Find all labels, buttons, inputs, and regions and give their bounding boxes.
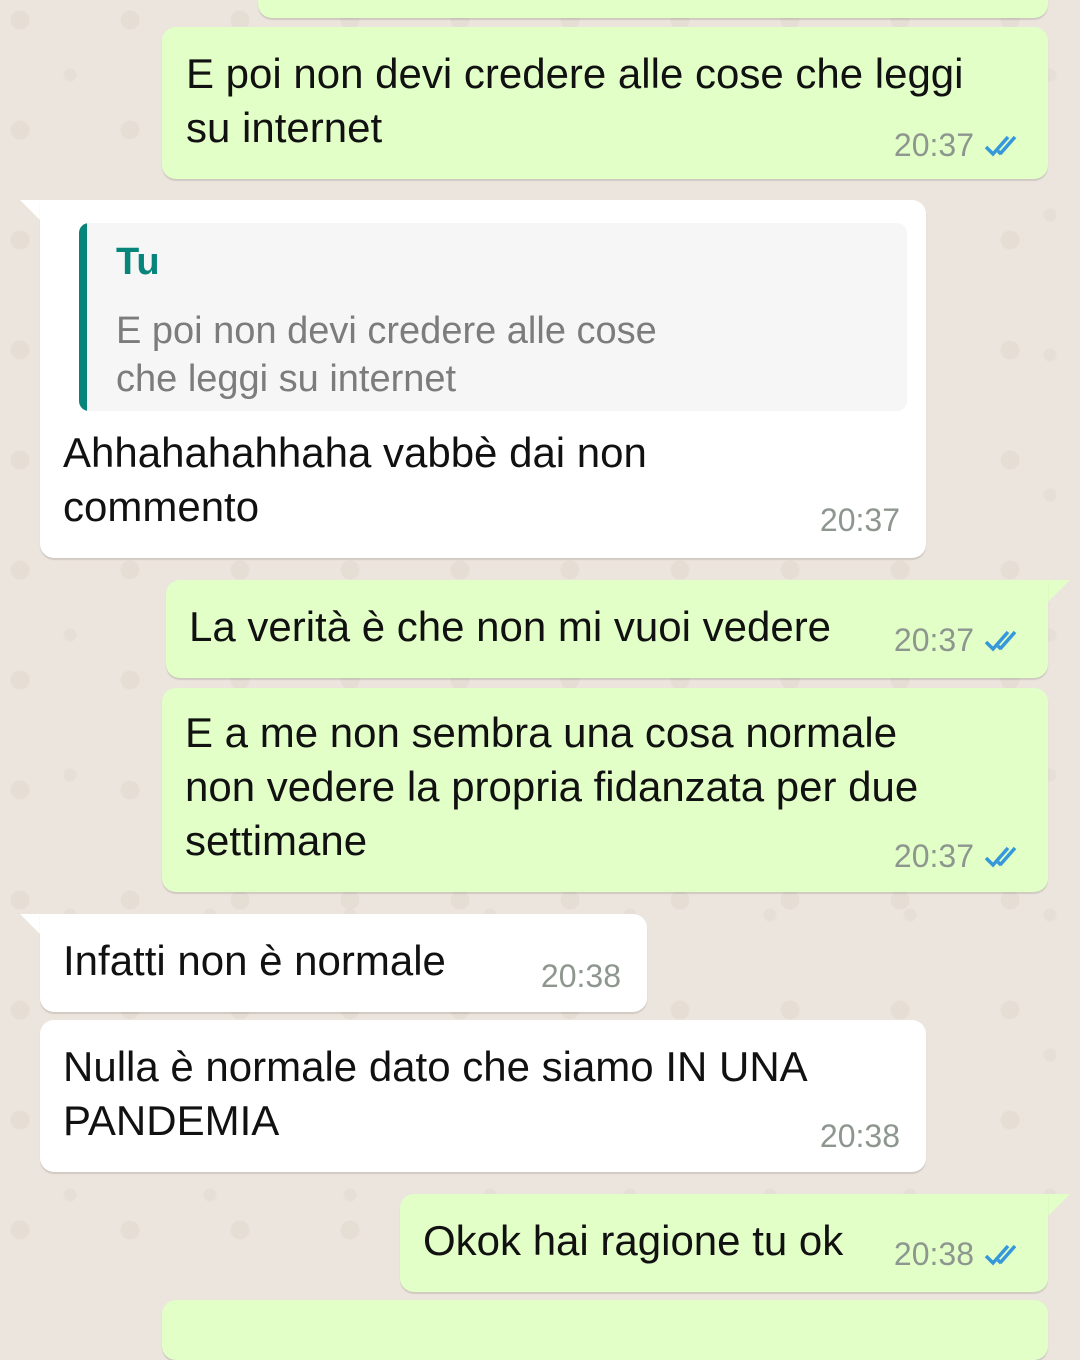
message-text: Infatti non è normale [63,937,446,984]
message-time: 20:38 [893,1236,974,1272]
message-meta: 20:38 [541,958,621,995]
quote-author: Tu [116,241,160,283]
message-text: E poi non devi credere alle cose che leg… [186,50,964,151]
message-meta: 20:37 [894,127,1026,164]
quote-accent-bar [79,223,87,411]
message-bubble-outgoing[interactable]: E poi non devi credere alle cose che leg… [162,27,1048,179]
message-text: E a me non sembra una cosa normale non v… [185,709,919,864]
message-text: Nulla è normale dato che siamo IN UNA PA… [63,1043,808,1144]
read-receipt-icon [984,844,1026,870]
message-bubble-incoming[interactable]: Infatti non è normale 20:38 [40,914,647,1012]
quote-text: E poi non devi credere alle cose che leg… [116,310,657,400]
bubble-tail [1048,1194,1070,1216]
message-bubble-outgoing[interactable]: Okok hai ragione tu ok 20:38 [400,1194,1048,1292]
message-time: 20:38 [819,1118,900,1154]
message-text: La verità è che non mi vuoi vedere [189,603,832,650]
bubble-tail [1048,580,1070,602]
bubble-tail [20,200,42,222]
message-time: 20:37 [893,127,974,163]
message-text: Ahhahahahhaha vabbè dai non commento [63,429,647,530]
message-meta: 20:37 [894,838,1026,875]
message-text: Okok hai ragione tu ok [423,1217,844,1264]
message-meta: 20:38 [820,1118,900,1155]
read-receipt-icon [984,1242,1026,1268]
message-bubble-outgoing[interactable] [258,0,1048,18]
quoted-message[interactable]: Tu E poi non devi credere alle cose che … [79,223,907,411]
message-meta: 20:38 [894,1236,1026,1273]
message-time: 20:38 [540,958,621,994]
read-receipt-icon [984,628,1026,654]
message-meta: 20:37 [820,502,900,539]
read-receipt-icon [984,133,1026,159]
message-bubble-incoming[interactable]: Tu E poi non devi credere alle cose che … [40,200,926,558]
message-time: 20:37 [819,502,900,538]
message-time: 20:37 [893,622,974,658]
message-meta: 20:37 [894,622,1026,659]
bubble-tail [20,914,42,936]
message-bubble-outgoing[interactable] [162,1300,1048,1360]
message-time: 20:37 [893,838,974,874]
message-bubble-incoming[interactable]: Nulla è normale dato che siamo IN UNA PA… [40,1020,926,1172]
message-bubble-outgoing[interactable]: La verità è che non mi vuoi vedere 20:37 [166,580,1048,678]
message-bubble-outgoing[interactable]: E a me non sembra una cosa normale non v… [162,688,1048,892]
